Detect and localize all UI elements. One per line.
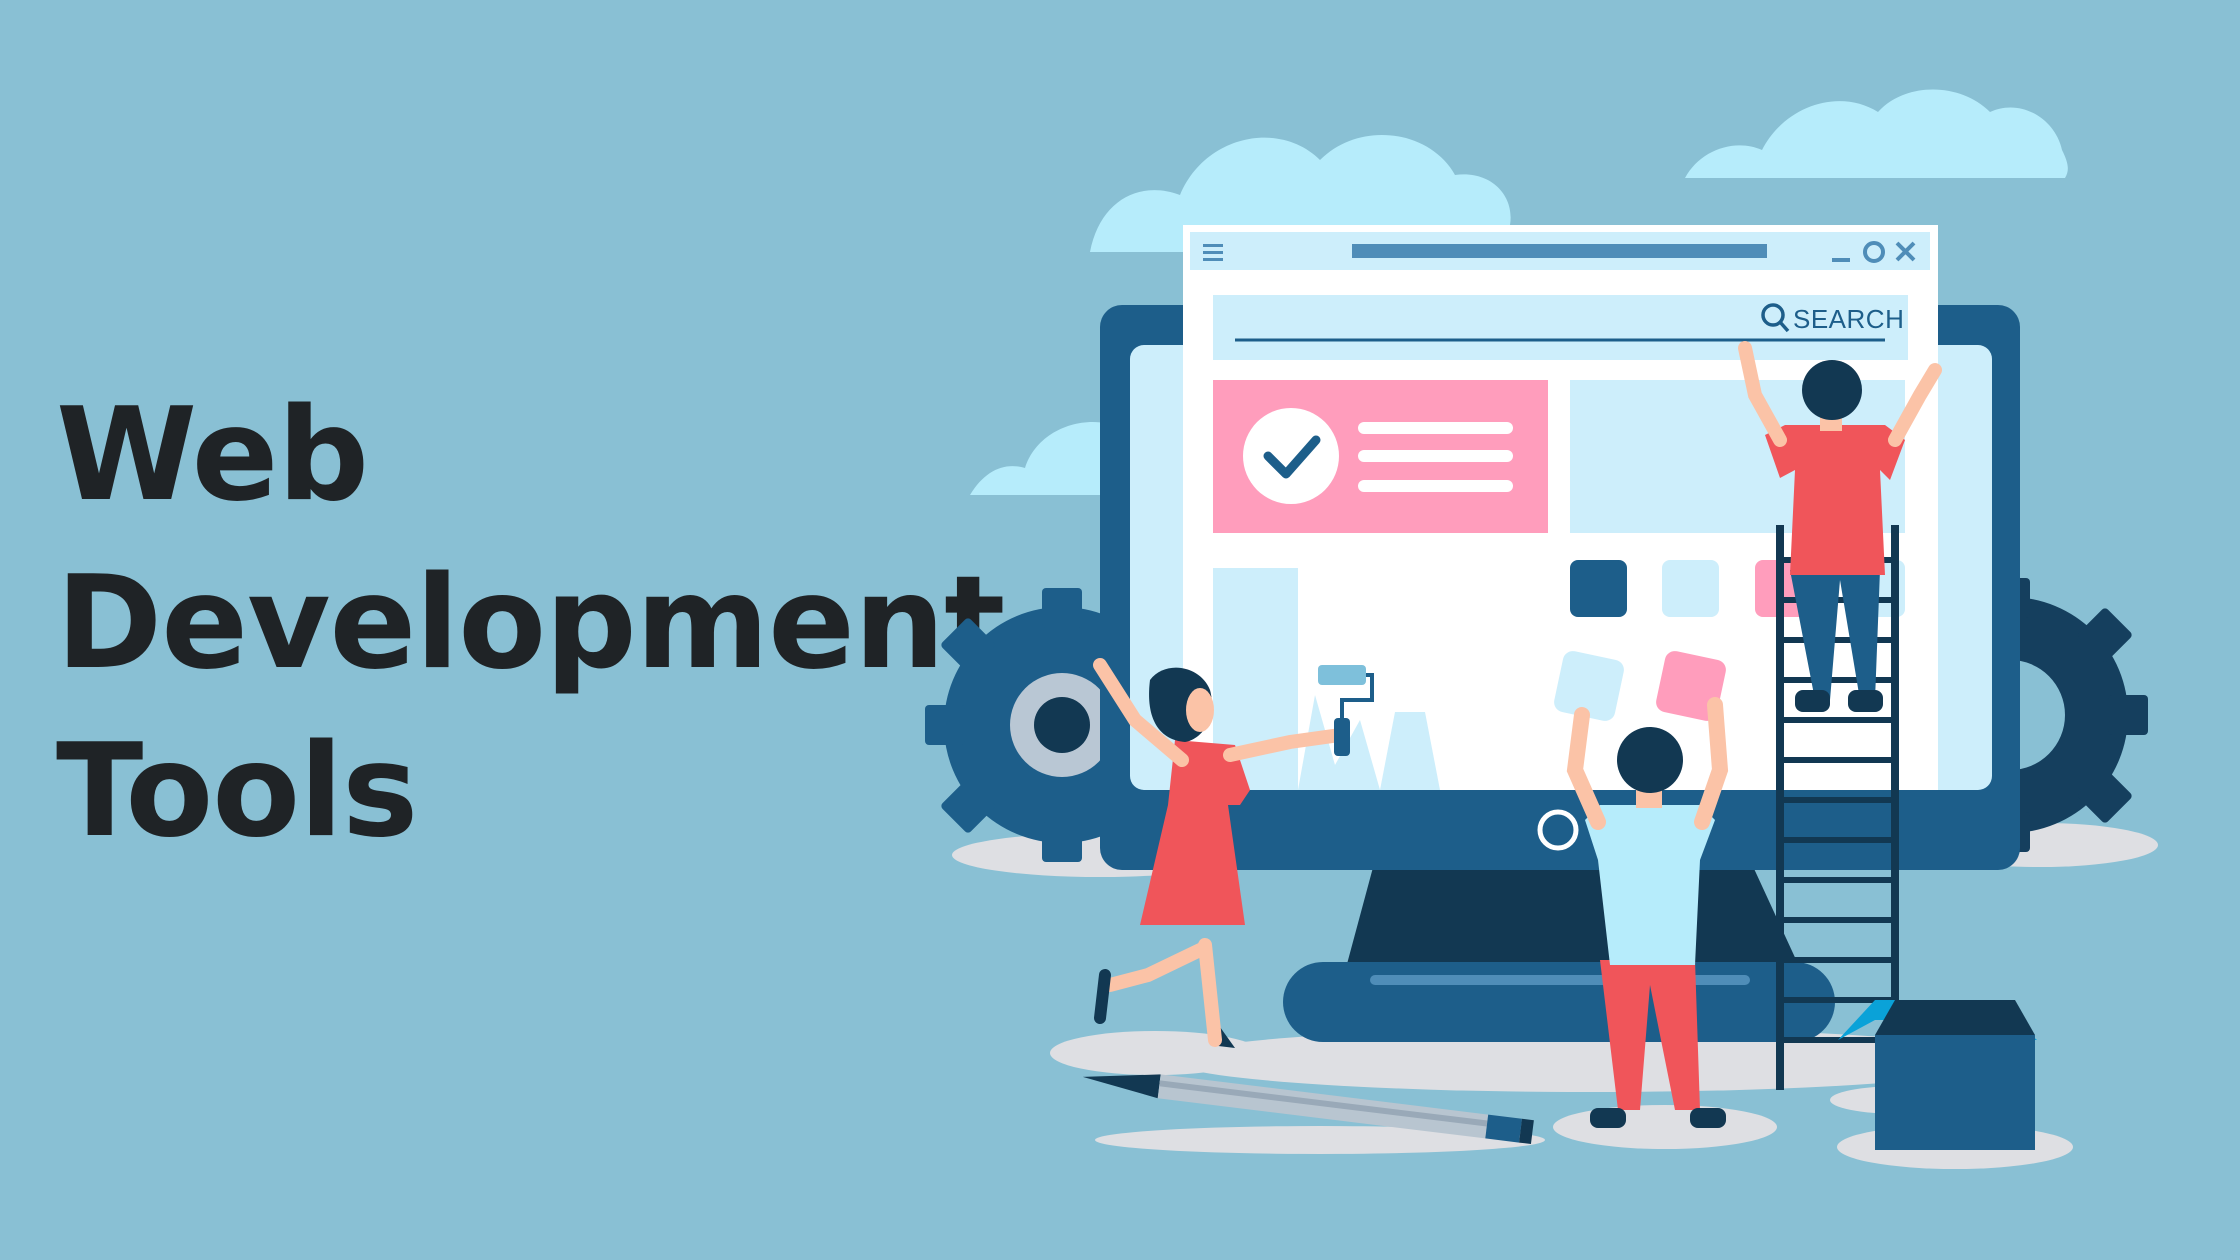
address-bar — [1352, 244, 1767, 258]
cloud-top-right — [1685, 89, 2068, 178]
search-label: SEARCH — [1793, 304, 1904, 334]
monitor-stand — [1283, 860, 1835, 1042]
web-development-illustration: SEARCH — [925, 89, 2158, 1169]
minimize-icon — [1832, 258, 1850, 262]
menu-icon — [1203, 244, 1223, 261]
